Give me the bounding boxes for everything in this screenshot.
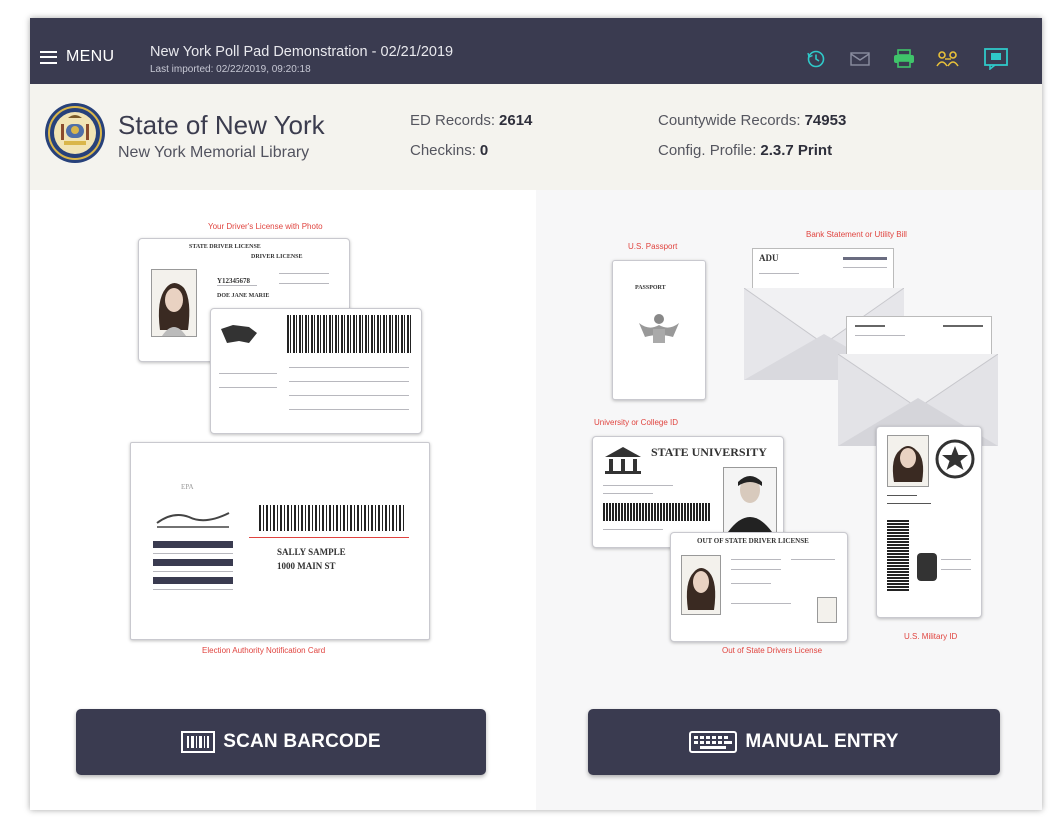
- last-imported-text: Last imported: 02/22/2019, 09:20:18: [150, 64, 311, 75]
- passport-title: PASSPORT: [635, 285, 666, 291]
- military-photo: [887, 435, 929, 487]
- keyboard-icon: [689, 731, 738, 753]
- license-back-card: [210, 308, 422, 434]
- config-value: 2.3.7 Print: [760, 142, 833, 159]
- license-subtitle: DRIVER LICENSE: [251, 254, 303, 260]
- countywide-value: 74953: [804, 112, 847, 129]
- sample-voter-name: SALLY SAMPLE: [277, 547, 346, 557]
- info-bar: State of New York New York Memorial Libr…: [30, 84, 1042, 190]
- config-label: Config. Profile:: [658, 142, 757, 159]
- scan-barcode-label: SCAN BARCODE: [223, 731, 381, 752]
- out-of-state-title: OUT OF STATE DRIVER LICENSE: [697, 537, 809, 545]
- history-icon[interactable]: [804, 48, 828, 70]
- countywide-label: Countywide Records:: [658, 112, 801, 129]
- countywide-records-stat: Countywide Records: 74953: [658, 112, 846, 129]
- polling-location: New York Memorial Library: [118, 144, 310, 161]
- top-bar: MENU New York Poll Pad Demonstration - 0…: [30, 18, 1042, 84]
- ed-records-value: 2614: [499, 112, 533, 129]
- out-of-state-photo: [681, 555, 721, 615]
- ed-records-label: ED Records:: [410, 112, 496, 129]
- passport-caption: U.S. Passport: [628, 242, 678, 251]
- license-barcode: [287, 315, 413, 353]
- notification-barcode: [259, 505, 405, 531]
- out-of-state-caption: Out of State Drivers License: [722, 646, 823, 655]
- military-barcode: [887, 519, 909, 591]
- manual-entry-button[interactable]: MANUAL ENTRY: [588, 709, 1000, 775]
- out-of-state-license-card: OUT OF STATE DRIVER LICENSE: [670, 532, 848, 642]
- menu-button[interactable]: MENU: [40, 48, 114, 66]
- university-barcode: [603, 503, 711, 521]
- military-id-card: [876, 426, 982, 618]
- printer-icon[interactable]: [892, 48, 916, 70]
- barcode-icon: [181, 731, 216, 753]
- state-name: State of New York: [118, 110, 325, 140]
- license-photo: [151, 269, 197, 337]
- checkins-label: Checkins:: [410, 142, 476, 159]
- checkins-value: 0: [479, 142, 489, 159]
- chat-icon[interactable]: [984, 48, 1008, 70]
- mail-icon[interactable]: [848, 48, 872, 70]
- license-title: STATE DRIVER LICENSE: [189, 244, 261, 250]
- manual-entry-label: MANUAL ENTRY: [745, 731, 899, 752]
- license-name: DOE JANE MARIE: [217, 293, 270, 299]
- university-id-caption: University or College ID: [594, 418, 679, 427]
- app-window: MENU New York Poll Pad Demonstration - 0…: [30, 18, 1042, 810]
- state-seal-logo: [44, 102, 106, 164]
- ed-records-stat: ED Records: 2614: [410, 112, 532, 129]
- scan-barcode-button[interactable]: SCAN BARCODE: [76, 709, 486, 775]
- checkins-stat: Checkins: 0: [410, 142, 488, 159]
- military-id-caption: U.S. Military ID: [904, 632, 958, 641]
- menu-label: MENU: [66, 48, 115, 65]
- passport-card: PASSPORT: [612, 260, 706, 400]
- config-profile-stat: Config. Profile: 2.3.7 Print: [658, 142, 832, 159]
- hamburger-icon: [40, 50, 57, 64]
- manual-id-panel: U.S. Passport PASSPORT Bank Statement or…: [536, 190, 1042, 810]
- sample-voter-address: 1000 MAIN ST: [277, 561, 336, 571]
- app-title: New York Poll Pad Demonstration - 02/21/…: [150, 44, 454, 60]
- scan-id-panel: Your Driver's License with Photo STATE D…: [30, 190, 536, 810]
- users-icon[interactable]: [936, 48, 960, 70]
- university-photo: [723, 467, 777, 533]
- license-caption: Your Driver's License with Photo: [208, 222, 323, 231]
- notification-caption: Election Authority Notification Card: [202, 646, 326, 655]
- notification-card: EPA SALLY SAMPLE 1000 MAIN ST: [130, 442, 430, 640]
- bank-statement-caption: Bank Statement or Utility Bill: [806, 230, 907, 239]
- university-title: STATE UNIVERSITY: [651, 445, 767, 459]
